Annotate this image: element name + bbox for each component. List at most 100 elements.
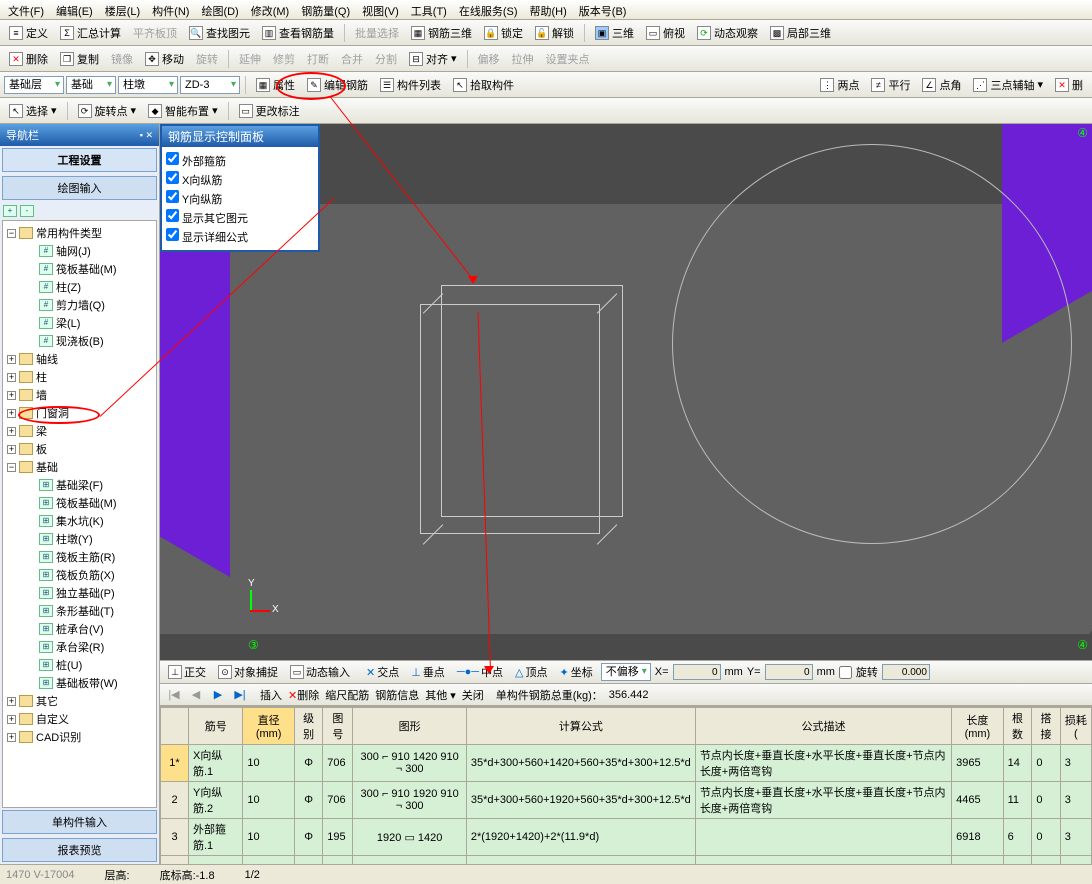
rotate-button[interactable]: 旋转 xyxy=(191,48,223,70)
tree-item[interactable]: ⊞桩承台(V) xyxy=(23,620,156,638)
tree-item[interactable]: ⊞承台梁(R) xyxy=(23,638,156,656)
y-input[interactable] xyxy=(765,664,813,680)
menu-item[interactable]: 在线服务(S) xyxy=(453,0,524,19)
first-button[interactable]: |◀ xyxy=(166,687,182,703)
view-rebar-qty-button[interactable]: ▥查看钢筋量 xyxy=(257,22,339,44)
tree-jichu[interactable]: −基础 xyxy=(3,458,156,476)
3d-view[interactable]: XY ③ ④ ④ 钢筋显示控制面板 外部箍筋 X向纵筋 Y向纵筋 显示其它图元 … xyxy=(160,124,1092,660)
select-button[interactable]: ↖选择 ▾ xyxy=(4,100,62,122)
rebar-filter-checkbox[interactable] xyxy=(166,171,179,184)
tree-folder[interactable]: +自定义 xyxy=(3,710,156,728)
collapse-icon[interactable]: - xyxy=(20,205,34,217)
local-3d-button[interactable]: ▩局部三维 xyxy=(765,22,836,44)
split-button[interactable]: 分割 xyxy=(370,48,402,70)
column-header[interactable]: 长度(mm) xyxy=(952,708,1003,745)
align-button[interactable]: 平齐板顶 xyxy=(128,22,182,44)
pick-comp-button[interactable]: ↖拾取构件 xyxy=(448,74,519,96)
menu-item[interactable]: 构件(N) xyxy=(146,0,195,19)
table-row[interactable]: 1*X向纵筋.110Φ706300 ⌐ 910 1420 910 ¬ 30035… xyxy=(161,745,1092,782)
mod-anno-button[interactable]: ▭更改标注 xyxy=(234,100,305,122)
copy-button[interactable]: ❐复制 xyxy=(55,48,104,70)
tree-item[interactable]: #柱(Z) xyxy=(23,278,156,296)
tree-item[interactable]: #筏板基础(M) xyxy=(23,260,156,278)
edit-rebar-button[interactable]: ✎编辑钢筋 xyxy=(302,74,373,96)
merge-button[interactable]: 合并 xyxy=(336,48,368,70)
pivot-button[interactable]: 设置夹点 xyxy=(541,48,595,70)
table-row[interactable]: 2Y向纵筋.210Φ706300 ⌐ 910 1920 910 ¬ 30035*… xyxy=(161,782,1092,819)
menu-item[interactable]: 编辑(E) xyxy=(50,0,99,19)
unlock-button[interactable]: 🔓解锁 xyxy=(530,22,579,44)
element-type-dropdown[interactable]: 柱墩 xyxy=(118,76,178,94)
find-element-button[interactable]: 🔍查找图元 xyxy=(184,22,255,44)
move-button[interactable]: ✥移动 xyxy=(140,48,189,70)
column-header[interactable]: 公式描述 xyxy=(695,708,951,745)
element-id-dropdown[interactable]: ZD-3 xyxy=(180,76,240,94)
rebar-info-button[interactable]: 钢筋信息 xyxy=(375,687,419,703)
nav-panel-report[interactable]: 报表预览 xyxy=(2,838,157,862)
tree-folder[interactable]: +板 xyxy=(3,440,156,458)
column-header[interactable]: 级别 xyxy=(294,708,322,745)
tree-item[interactable]: ⊞集水坑(K) xyxy=(23,512,156,530)
menu-item[interactable]: 工具(T) xyxy=(405,0,453,19)
tree-folder[interactable]: +其它 xyxy=(3,692,156,710)
menu-item[interactable]: 视图(V) xyxy=(356,0,405,19)
table-row[interactable]: 4120Φ1─── 300030003000013 xyxy=(161,856,1092,865)
column-header[interactable]: 搭接 xyxy=(1032,708,1060,745)
column-header[interactable]: 图形 xyxy=(353,708,466,745)
view-3d-button[interactable]: ▣三维 xyxy=(590,22,639,44)
extend-button[interactable]: 延伸 xyxy=(234,48,266,70)
perp-snap[interactable]: ⊥垂点 xyxy=(407,662,449,682)
tree-item[interactable]: ⊞基础板带(W) xyxy=(23,674,156,692)
delete-row-button[interactable]: ✕删除 xyxy=(288,687,319,703)
column-header[interactable]: 筋号 xyxy=(189,708,243,745)
tree-item[interactable]: #轴网(J) xyxy=(23,242,156,260)
pt-angle-button[interactable]: ∠点角 xyxy=(917,74,966,96)
tree-item[interactable]: ⊞桩(U) xyxy=(23,656,156,674)
column-header[interactable]: 损耗( xyxy=(1060,708,1091,745)
rebar-filter-checkbox[interactable] xyxy=(166,190,179,203)
three-pt-button[interactable]: ⋰三点辅轴 ▾ xyxy=(968,74,1048,96)
menu-item[interactable]: 修改(M) xyxy=(245,0,296,19)
define-button[interactable]: ≡定义 xyxy=(4,22,53,44)
menu-item[interactable]: 楼层(L) xyxy=(99,0,146,19)
nav-panel-single[interactable]: 单构件输入 xyxy=(2,810,157,834)
two-pt-button[interactable]: ⋮两点 xyxy=(815,74,864,96)
tree-item[interactable]: ⊞筏板负筋(X) xyxy=(23,566,156,584)
rebar-filter-item[interactable]: 显示详细公式 xyxy=(166,227,314,246)
osnap-button[interactable]: ⊙对象捕捉 xyxy=(214,662,282,682)
offset-button[interactable]: 偏移 xyxy=(473,48,505,70)
stretch-button[interactable]: 拉伸 xyxy=(507,48,539,70)
floor-dropdown[interactable]: 基础层 xyxy=(4,76,64,94)
x-input[interactable] xyxy=(673,664,721,680)
tree-folder[interactable]: +墙 xyxy=(3,386,156,404)
column-header[interactable]: 图号 xyxy=(323,708,353,745)
column-header[interactable]: 根数 xyxy=(1003,708,1032,745)
prev-button[interactable]: ◀ xyxy=(188,687,204,703)
menu-item[interactable]: 帮助(H) xyxy=(524,0,573,19)
del-aux-button[interactable]: ✕删 xyxy=(1050,74,1088,96)
tree-folder[interactable]: +门窗洞 xyxy=(3,404,156,422)
rebar-filter-item[interactable]: X向纵筋 xyxy=(166,170,314,189)
tree-types[interactable]: −常用构件类型 xyxy=(3,224,156,242)
top-view-button[interactable]: ▭俯视 xyxy=(641,22,690,44)
menu-item[interactable]: 绘图(D) xyxy=(195,0,244,19)
rebar-filter-item[interactable]: 外部箍筋 xyxy=(166,151,314,170)
mid-snap[interactable]: ─●─中点 xyxy=(453,662,507,682)
tree-item[interactable]: #现浇板(B) xyxy=(23,332,156,350)
sum-button[interactable]: Σ汇总计算 xyxy=(55,22,126,44)
dyn-view-button[interactable]: ⟳动态观察 xyxy=(692,22,763,44)
tree-item[interactable]: ⊞筏板主筋(R) xyxy=(23,548,156,566)
batch-select-button[interactable]: 批量选择 xyxy=(350,22,404,44)
scale-rebar-button[interactable]: 缩尺配筋 xyxy=(325,687,369,703)
rebar-filter-item[interactable]: 显示其它图元 xyxy=(166,208,314,227)
rotate-checkbox[interactable] xyxy=(839,666,852,679)
mirror-button[interactable]: 镜像 xyxy=(106,48,138,70)
parallel-button[interactable]: ≠平行 xyxy=(866,74,915,96)
ortho-button[interactable]: ⊥正交 xyxy=(164,662,210,682)
offset-dropdown[interactable]: 不偏移 xyxy=(601,663,651,681)
insert-row-button[interactable]: 插入 xyxy=(260,687,282,703)
rebar-filter-checkbox[interactable] xyxy=(166,228,179,241)
rebar-filter-checkbox[interactable] xyxy=(166,209,179,222)
tree-item[interactable]: #剪力墙(Q) xyxy=(23,296,156,314)
comp-list-button[interactable]: ☰构件列表 xyxy=(375,74,446,96)
